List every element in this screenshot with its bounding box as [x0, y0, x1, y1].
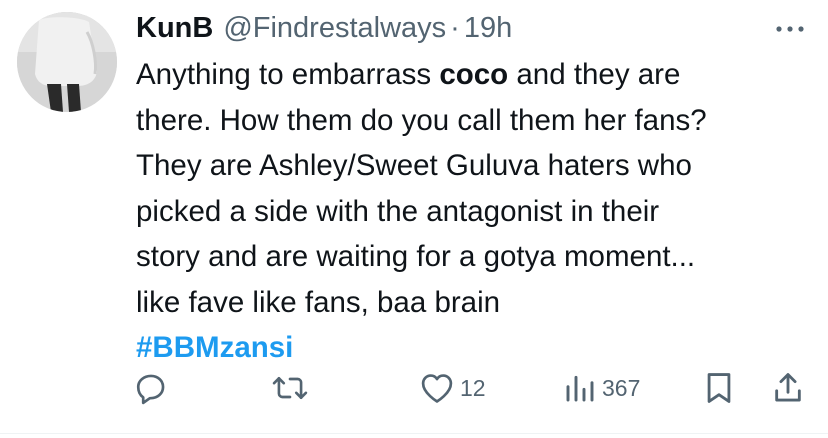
- tweet-header: KunB @Findrestalways · 19h: [136, 8, 512, 48]
- heart-icon: [421, 374, 453, 403]
- views-count: 367: [602, 374, 641, 401]
- tweet-line: Anything to embarrass coco and they are: [136, 52, 816, 98]
- tweet-line: They are Ashley/Sweet Guluva haters who: [136, 149, 692, 182]
- timestamp[interactable]: 19h: [464, 12, 512, 45]
- more-options-button[interactable]: [772, 14, 808, 44]
- reply-icon: [136, 374, 165, 405]
- retweet-button[interactable]: [272, 366, 308, 410]
- like-count: 12: [460, 374, 486, 401]
- divider: [0, 433, 828, 434]
- bookmark-icon: [707, 373, 731, 403]
- tweet-bold-word: coco: [439, 58, 509, 91]
- tweet-text: Anything to embarrass coco and they are …: [136, 52, 816, 371]
- views-chart-icon: [566, 375, 594, 402]
- hashtag-link[interactable]: #BBMzansi: [136, 325, 816, 371]
- bookmark-button[interactable]: [704, 366, 734, 410]
- tweet-line: like fave like fans, baa brain: [136, 285, 501, 319]
- retweet-icon: [272, 376, 308, 400]
- display-name[interactable]: KunB: [136, 12, 213, 45]
- views-button[interactable]: 367: [564, 366, 640, 410]
- tweet-line: there. How them do you call them her fan…: [136, 103, 707, 137]
- tweet-text-segment: Anything to embarrass: [136, 58, 440, 91]
- share-button[interactable]: [772, 366, 804, 410]
- avatar-image: [17, 12, 117, 112]
- avatar[interactable]: [17, 12, 117, 112]
- tweet-line: picked a side with the antagonist in the…: [136, 194, 660, 228]
- like-button[interactable]: 12: [420, 366, 486, 410]
- tweet-text-segment: and they are: [508, 58, 681, 91]
- reply-button[interactable]: [134, 366, 168, 410]
- tweet-line: story and are waiting for a gotya moment…: [136, 240, 696, 273]
- more-dots-icon: [776, 26, 804, 32]
- tweet[interactable]: KunB @Findrestalways · 19h Anything to e…: [0, 0, 828, 438]
- share-icon: [775, 373, 801, 402]
- separator-dot: ·: [450, 11, 460, 44]
- user-handle[interactable]: @Findrestalways: [223, 12, 446, 45]
